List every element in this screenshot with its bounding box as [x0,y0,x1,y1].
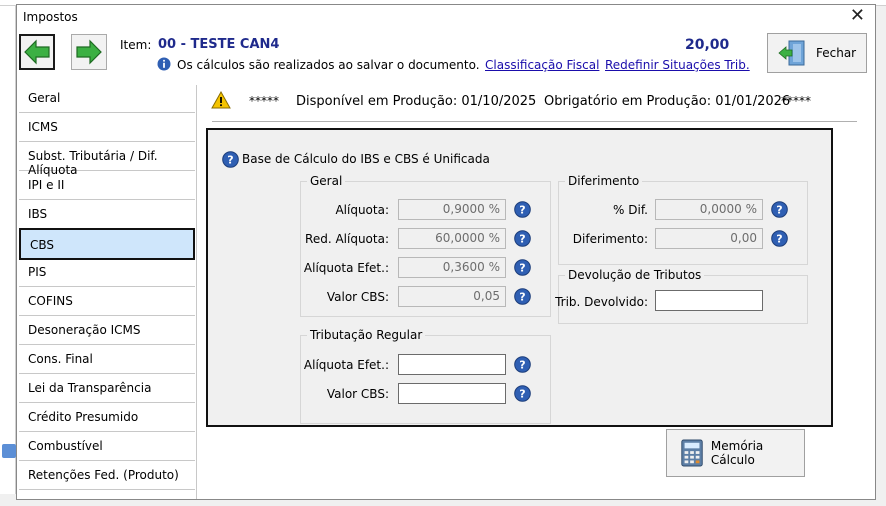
close-icon[interactable]: ✕ [850,6,865,26]
impostos-dialog: Impostos ✕ Item: 00 - TESTE CAN4 Os cálc… [16,4,876,500]
background-app-icon [2,444,16,458]
item-label: Item: [120,38,152,52]
notice-stars-right: ***** [781,94,811,108]
trib-devolvido-label: Trib. Devolvido: [555,295,648,309]
sidebar-item-subst-tributaria[interactable]: Subst. Tributária / Dif. Alíquota [19,143,195,177]
tax-sidebar: Geral ICMS Subst. Tributária / Dif. Alíq… [19,85,197,499]
aliquota-help-icon[interactable]: ? [514,201,531,218]
valor-cbs-help-icon[interactable]: ? [514,288,531,305]
sidebar-item-pis[interactable]: PIS [19,259,195,287]
item-total: 20,00 [685,37,730,53]
sidebar-item-geral[interactable]: Geral [19,85,195,113]
arrow-right-icon [76,39,102,65]
fechar-label: Fechar [816,46,857,60]
memoria-calculo-button[interactable]: Memória Cálculo [666,429,805,477]
sidebar-item-cbs[interactable]: CBS [19,228,195,260]
classificacao-fiscal-link[interactable]: Classificação Fiscal [485,58,599,72]
svg-text:?: ? [519,233,525,246]
diferimento-help-icon[interactable]: ? [771,230,788,247]
info-icon [157,57,171,71]
group-geral: Geral Alíquota: 0,9000 % ? Red. Alíquota… [300,174,551,317]
svg-text:?: ? [519,262,525,275]
trib-valor-cbs-label: Valor CBS: [326,387,389,401]
trib-aliquota-efet-input[interactable] [398,354,506,375]
svg-text:?: ? [519,388,525,401]
memoria-calculo-label: Memória Cálculo [710,439,764,467]
trib-aliquota-efet-label: Alíquota Efet.: [303,358,389,372]
aliquota-efet-field: 0,3600 % [398,257,506,278]
panel-title: Base de Cálculo do IBS e CBS é Unificada [242,152,490,166]
svg-text:?: ? [776,204,782,217]
valor-cbs-field: 0,05 [398,286,506,307]
valor-cbs-label: Valor CBS: [326,290,389,304]
trib-devolvido-input[interactable] [655,290,763,311]
sidebar-item-credito-presumido[interactable]: Crédito Presumido [19,404,195,432]
trib-valor-cbs-input[interactable] [398,383,506,404]
sidebar-item-icms[interactable]: ICMS [19,114,195,142]
sidebar-item-cons-final[interactable]: Cons. Final [19,346,195,374]
item-value: 00 - TESTE CAN4 [158,37,280,52]
notice-obrigatorio: Obrigatório em Produção: 01/01/2026 [544,94,791,109]
redefinir-situacoes-link[interactable]: Redefinir Situações Trib. [605,58,750,72]
svg-text:?: ? [776,233,782,246]
group-tributacao-regular: Tributação Regular Alíquota Efet.: ? Val… [300,328,551,424]
group-tributacao-title: Tributação Regular [307,328,426,342]
help-icon[interactable]: ? [222,151,239,168]
red-aliquota-field: 60,0000 % [398,228,506,249]
aliquota-label: Alíquota: [335,203,389,217]
diferimento-field: 0,00 [655,228,763,249]
info-text: Os cálculos são realizados ao salvar o d… [177,58,480,72]
sidebar-item-retencoes-fed[interactable]: Retenções Fed. (Produto) [19,462,195,490]
fechar-button[interactable]: Fechar [767,33,867,73]
svg-text:?: ? [519,204,525,217]
svg-text:?: ? [519,291,525,304]
window-title: Impostos [23,10,78,24]
aliquota-efet-label: Alíquota Efet.: [303,261,389,275]
aliquota-field: 0,9000 % [398,199,506,220]
cbs-panel: ? Base de Cálculo do IBS e CBS é Unifica… [206,128,833,427]
title-bar: Impostos ✕ [17,5,875,29]
notice-stars-left: ***** [249,94,279,108]
diferimento-label: Diferimento: [572,232,648,246]
red-aliquota-help-icon[interactable]: ? [514,230,531,247]
notice-disponivel: Disponível em Produção: 01/10/2025 [296,94,537,109]
pct-dif-help-icon[interactable]: ? [771,201,788,218]
sidebar-item-ipi-ii[interactable]: IPI e II [19,172,195,200]
sidebar-item-lei-transparencia[interactable]: Lei da Transparência [19,375,195,403]
group-devolucao: Devolução de Tributos Trib. Devolvido: [555,268,808,324]
background-app-left [0,6,16,506]
separator [212,121,857,122]
group-devolucao-title: Devolução de Tributos [565,268,705,282]
pct-dif-field: 0,0000 % [655,199,763,220]
warning-icon [211,91,231,109]
group-diferimento: Diferimento % Dif. 0,0000 % ? Diferiment… [558,174,808,265]
arrow-left-icon [24,39,50,65]
pct-dif-label: % Dif. [613,203,648,217]
sidebar-item-combustivel[interactable]: Combustível [19,433,195,461]
svg-text:?: ? [227,154,233,167]
group-geral-title: Geral [307,174,346,188]
calculator-icon [681,439,703,467]
exit-door-icon [778,40,805,66]
trib-valor-cbs-help-icon[interactable]: ? [514,385,531,402]
svg-text:?: ? [519,359,525,372]
group-diferimento-title: Diferimento [565,174,643,188]
aliquota-efet-help-icon[interactable]: ? [514,259,531,276]
red-aliquota-label: Red. Alíquota: [305,232,389,246]
sidebar-item-ibs[interactable]: IBS [19,201,195,229]
previous-item-button[interactable] [19,34,55,70]
sidebar-item-cofins[interactable]: COFINS [19,288,195,316]
trib-aliquota-efet-help-icon[interactable]: ? [514,356,531,373]
next-item-button[interactable] [71,34,107,70]
sidebar-item-desoneracao-icms[interactable]: Desoneração ICMS [19,317,195,345]
